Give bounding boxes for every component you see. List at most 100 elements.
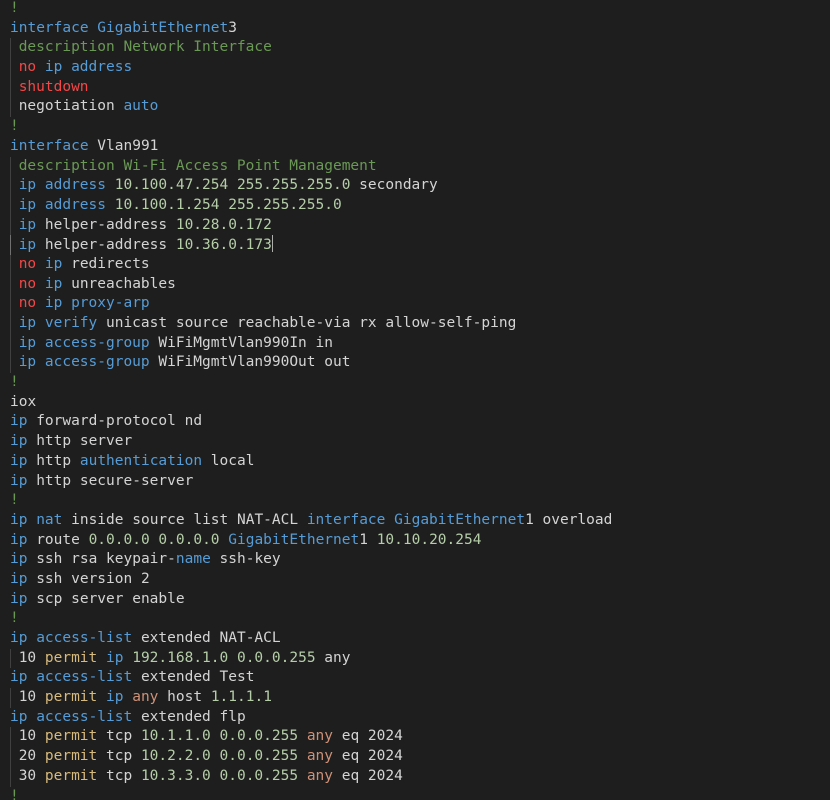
code-line[interactable]: no ip address — [10, 58, 830, 78]
code-token: 1.1.1.1 — [210, 689, 272, 706]
code-line[interactable]: ip http server — [10, 432, 830, 452]
code-token: 0.0.0.0 0.0.0.0 — [88, 531, 220, 548]
code-line[interactable]: ip address 10.100.1.254 255.255.255.0 — [10, 195, 830, 216]
code-line[interactable]: iox — [10, 393, 830, 413]
code-token: any — [132, 689, 159, 706]
code-token: ip — [18, 237, 37, 254]
code-token: ssh rsa keypair- — [27, 551, 176, 568]
code-token: shutdown — [18, 78, 89, 95]
code-token: permit — [44, 748, 98, 765]
code-line[interactable]: ! — [10, 787, 830, 800]
code-token: no — [18, 255, 37, 272]
code-line[interactable]: negotiation auto — [10, 97, 830, 118]
code-line[interactable]: ip access-list extended Test — [10, 668, 830, 688]
code-line[interactable]: shutdown — [10, 77, 830, 98]
code-line[interactable]: no ip unreachables — [10, 274, 830, 295]
code-line[interactable]: ! — [10, 491, 830, 511]
code-line[interactable]: ip forward-protocol nd — [10, 412, 830, 432]
code-line[interactable]: ip route 0.0.0.0 0.0.0.0 GigabitEthernet… — [10, 531, 830, 551]
code-line[interactable]: ip helper-address 10.36.0.173 — [10, 235, 830, 255]
code-token: route — [27, 531, 89, 548]
code-token: ip access-list — [10, 669, 133, 686]
code-line[interactable]: ip scp server enable — [10, 590, 830, 610]
code-line[interactable]: interface GigabitEthernet3 — [10, 19, 830, 39]
code-token: 1 — [359, 531, 377, 548]
code-token: ip — [10, 413, 28, 430]
code-line[interactable]: 10 permit ip 192.168.1.0 0.0.0.255 any — [10, 648, 830, 669]
code-line[interactable]: ip ssh rsa keypair-name ssh-key — [10, 550, 830, 570]
code-line[interactable]: 30 permit tcp 10.3.3.0 0.0.0.255 any eq … — [10, 766, 830, 787]
code-line[interactable]: ip nat inside source list NAT-ACL interf… — [10, 511, 830, 531]
code-line[interactable]: ! — [10, 0, 830, 19]
code-token: ip — [106, 649, 124, 666]
code-line[interactable]: 10 permit tcp 10.1.1.0 0.0.0.255 any eq … — [10, 727, 830, 748]
indent-guide — [10, 688, 19, 708]
code-token: extended Test — [132, 669, 255, 686]
text-cursor — [271, 235, 273, 253]
code-line[interactable]: ip access-list extended NAT-ACL — [10, 629, 830, 649]
code-line[interactable]: ip access-list extended flp — [10, 708, 830, 728]
code-line[interactable]: ip access-group WiFiMgmtVlan990In in — [10, 333, 830, 354]
code-token: interface GigabitEthernet — [306, 511, 526, 528]
code-line[interactable]: ip http secure-server — [10, 472, 830, 492]
code-token: helper-address — [36, 216, 176, 233]
code-line[interactable]: ! — [10, 373, 830, 393]
code-token: description Wi-Fi Access Point Managemen… — [18, 157, 377, 174]
code-token: 10.3.3.0 0.0.0.255 — [140, 767, 299, 784]
code-line[interactable]: interface Vlan991 — [10, 137, 830, 157]
code-line[interactable]: ip address 10.100.47.254 255.255.255.0 s… — [10, 176, 830, 196]
indent-guide — [10, 38, 19, 59]
code-line[interactable]: no ip proxy-arp — [10, 294, 830, 314]
code-token: extended NAT-ACL — [132, 630, 281, 646]
code-token: http — [27, 452, 80, 469]
code-line[interactable]: ! — [10, 609, 830, 629]
code-token: ip — [18, 216, 37, 233]
code-token: extended flp — [132, 708, 246, 725]
code-line[interactable]: ip verify unicast source reachable-via r… — [10, 314, 830, 334]
code-line[interactable]: ip http authentication local — [10, 452, 830, 472]
code-token: ip address — [18, 177, 106, 194]
code-token: eq 2024 — [333, 748, 403, 765]
code-token: ! — [10, 787, 19, 800]
code-line[interactable]: ip ssh version 2 — [10, 570, 830, 590]
code-line[interactable]: ip helper-address 10.28.0.172 — [10, 215, 830, 236]
code-token: 10.28.0.172 — [175, 216, 272, 233]
code-token: ip — [44, 255, 63, 272]
code-token: scp server enable — [27, 590, 185, 607]
code-token: no — [18, 59, 37, 76]
code-token: ! — [10, 610, 19, 627]
code-line[interactable]: ip access-group WiFiMgmtVlan990Out out — [10, 353, 830, 374]
code-line[interactable]: 10 permit ip any host 1.1.1.1 — [10, 688, 830, 708]
code-line[interactable]: ! — [10, 117, 830, 137]
indent-guide — [10, 294, 19, 314]
code-token: redirects — [62, 255, 150, 272]
code-line[interactable]: description Wi-Fi Access Point Managemen… — [10, 156, 830, 177]
code-token: unicast source reachable-via rx allow-se… — [97, 315, 517, 331]
code-token: ! — [10, 492, 19, 509]
code-line[interactable]: 20 permit tcp 10.2.2.0 0.0.0.255 any eq … — [10, 747, 830, 767]
code-token: 3 — [228, 19, 237, 36]
code-token: 1 overload — [525, 511, 613, 528]
indent-guide — [10, 235, 19, 255]
indent-guide — [10, 254, 19, 275]
code-editor[interactable]: ! interface GigabitEthernet3 description N… — [0, 0, 830, 800]
code-token: 10 — [18, 728, 45, 745]
code-token: ip access-list — [10, 708, 133, 725]
code-token: tcp — [97, 748, 141, 765]
code-token: any — [306, 748, 334, 765]
indent-guide — [10, 727, 19, 748]
code-token: permit — [44, 689, 98, 706]
code-token: any — [306, 728, 334, 745]
code-line[interactable]: description Network Interface — [10, 38, 830, 59]
code-token: ip — [10, 551, 28, 568]
code-line[interactable]: no ip redirects — [10, 254, 830, 275]
indent-guide — [10, 333, 19, 354]
code-token: ip — [106, 689, 124, 706]
code-token: iox — [10, 393, 37, 410]
code-token: 10.1.1.0 0.0.0.255 — [140, 728, 299, 745]
code-lines[interactable]: ! interface GigabitEthernet3 description N… — [10, 0, 830, 800]
indent-guide — [10, 176, 19, 196]
